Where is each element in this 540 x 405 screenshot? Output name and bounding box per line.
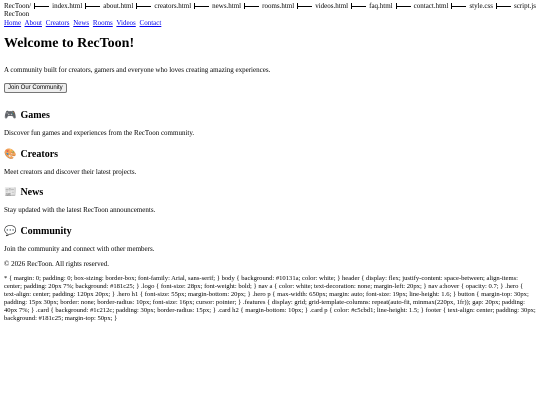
tree-file-creators: creators.html xyxy=(133,2,191,10)
tree-file-label: rooms.html xyxy=(262,2,295,10)
feature-text: Stay updated with the latest RecToon ann… xyxy=(4,206,156,215)
feature-heading: 🎨 Creators xyxy=(4,149,536,161)
tree-file-label: index.html xyxy=(52,2,83,10)
nav-link-rooms[interactable]: Rooms xyxy=(93,19,113,27)
tree-file-rooms: rooms.html xyxy=(241,2,294,10)
tree-file-news: news.html xyxy=(191,2,241,10)
tree-file-label: contact.html xyxy=(413,2,449,10)
tree-file-label: creators.html xyxy=(154,2,192,10)
feature-text: Discover fun games and experiences from … xyxy=(4,129,195,138)
feature-title: Community xyxy=(20,225,72,237)
feature-creators: 🎨 Creators Meet creators and discover the… xyxy=(4,149,536,176)
feature-heading: 📰 News xyxy=(4,187,536,199)
newspaper-icon: 📰 xyxy=(4,187,17,199)
file-tree: RecToon/ index.html about.html creators.… xyxy=(4,2,536,10)
feature-text: Join the community and connect with othe… xyxy=(4,244,155,253)
hero-title: Welcome to RecToon! xyxy=(4,36,135,52)
tree-file-style: style.css xyxy=(448,2,493,10)
page: RecToon/ index.html about.html creators.… xyxy=(0,0,540,323)
tree-branch-icon xyxy=(297,3,313,10)
feature-games: 🎮 Games Discover fun games and experience… xyxy=(4,110,536,137)
tree-file-label: script.js xyxy=(513,2,536,10)
speech-bubble-icon: 💬 xyxy=(4,225,17,237)
feature-title: Creators xyxy=(20,148,59,160)
tree-file-contact: contact.html xyxy=(393,2,449,10)
nav-link-videos[interactable]: Videos xyxy=(116,19,135,27)
feature-news: 📰 News Stay updated with the latest RecTo… xyxy=(4,187,536,214)
tree-file-label: about.html xyxy=(103,2,134,10)
tree-file-label: style.css xyxy=(469,2,493,10)
tree-file-label: faq.html xyxy=(369,2,393,10)
feature-text: Meet creators and discover their latest … xyxy=(4,167,137,176)
feature-title: Games xyxy=(20,110,50,122)
feature-community: 💬 Community Join the community and connec… xyxy=(4,226,536,253)
tree-file-label: videos.html xyxy=(315,2,349,10)
tree-file-index: index.html xyxy=(31,2,82,10)
nav-link-home[interactable]: Home xyxy=(4,19,21,27)
site-header: RecToon Home About Creators News Rooms V… xyxy=(4,10,536,27)
raw-css-text: * { margin: 0; padding: 0; box-sizing: b… xyxy=(4,275,536,322)
tree-branch-icon xyxy=(495,3,512,10)
nav-link-contact[interactable]: Contact xyxy=(140,19,162,27)
tree-root: RecToon/ xyxy=(4,2,32,10)
tree-file-faq: faq.html xyxy=(348,2,393,10)
feature-title: News xyxy=(20,187,44,199)
tree-branch-icon xyxy=(34,3,50,10)
site-footer: © 2026 RecToon. All rights reserved. xyxy=(4,260,536,268)
palette-icon: 🎨 xyxy=(4,148,17,160)
tree-file-videos: videos.html xyxy=(294,2,348,10)
logo: RecToon xyxy=(4,10,30,19)
tree-file-about: about.html xyxy=(82,2,133,10)
feature-heading: 💬 Community xyxy=(4,226,536,238)
nav-link-about[interactable]: About xyxy=(24,19,42,27)
nav-link-news[interactable]: News xyxy=(73,19,89,27)
tree-branch-icon xyxy=(85,3,101,10)
tree-branch-icon xyxy=(244,3,260,10)
tree-branch-icon xyxy=(136,3,152,10)
tree-branch-icon xyxy=(351,3,367,10)
hero-subtitle: A community built for creators, gamers a… xyxy=(4,65,271,74)
tree-branch-icon xyxy=(451,3,467,10)
nav-link-creators[interactable]: Creators xyxy=(46,19,70,27)
game-controller-icon: 🎮 xyxy=(4,110,17,122)
tree-file-label: news.html xyxy=(212,2,242,10)
join-community-button[interactable]: Join Our Community xyxy=(4,83,67,94)
tree-file-script: script.js xyxy=(493,2,536,10)
footer-text: © 2026 RecToon. All rights reserved. xyxy=(4,259,109,268)
tree-branch-icon xyxy=(395,3,412,10)
hero-section: Welcome to RecToon! A community built fo… xyxy=(4,36,536,99)
main-nav: Home About Creators News Rooms Videos Co… xyxy=(4,19,536,27)
feature-heading: 🎮 Games xyxy=(4,110,536,122)
tree-branch-icon xyxy=(194,3,210,10)
